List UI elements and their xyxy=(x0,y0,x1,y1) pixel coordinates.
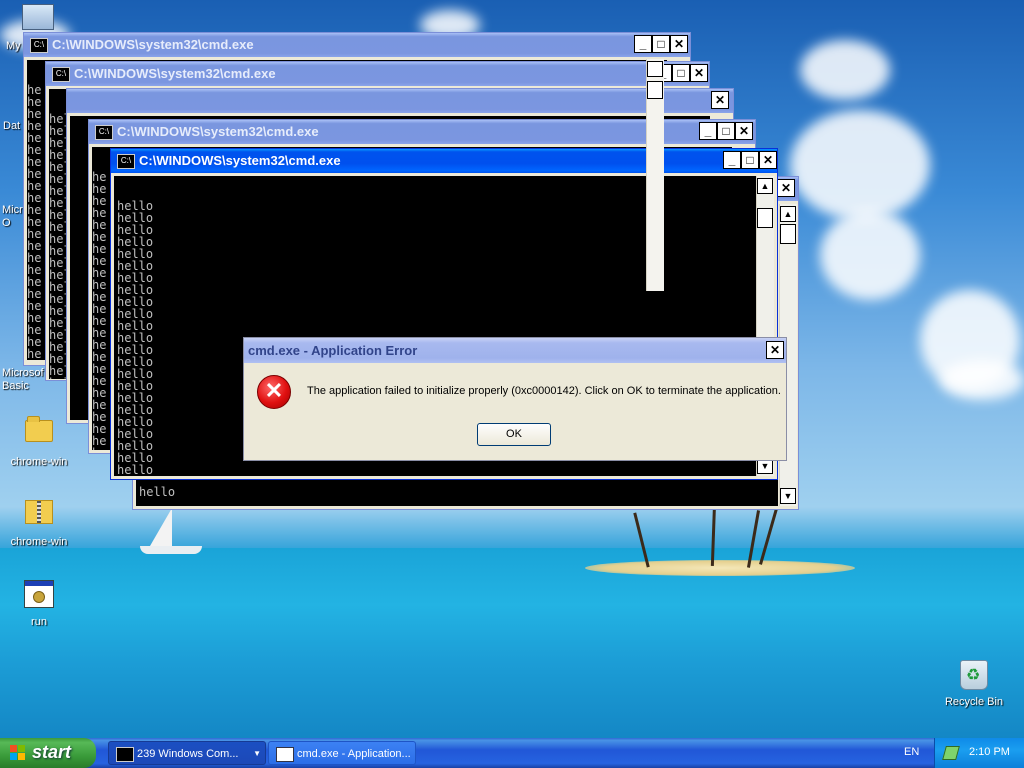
error-message: The application failed to initialize pro… xyxy=(307,385,781,397)
desktop-icon-label: Micro O xyxy=(2,204,29,229)
scroll-down-button[interactable]: ▼ xyxy=(780,488,796,504)
close-button[interactable]: ✕ xyxy=(777,179,795,197)
console-line: hello xyxy=(117,295,154,309)
window-titlebar[interactable]: C:\ C:\WINDOWS\system32\cmd.exe _ □ ✕ xyxy=(46,62,709,86)
desktop-icon-label: chrome-win xyxy=(10,536,68,548)
taskbar-task-label: cmd.exe - Application... xyxy=(297,748,411,760)
minimize-button[interactable]: _ xyxy=(723,151,741,169)
cmd-icon: C:\ xyxy=(52,67,70,82)
desktop-icon-label: Microsof Basic xyxy=(2,367,44,392)
window-title: C:\WINDOWS\system32\cmd.exe xyxy=(74,66,276,81)
desktop-icon-microsoft-basic[interactable]: Microsof Basic xyxy=(0,367,48,393)
error-icon: ✕ xyxy=(257,375,291,409)
taskbar: start 239 Windows Com... ▼ cmd.exe - App… xyxy=(0,738,1024,768)
system-tray: 2:10 PM xyxy=(934,738,1024,768)
scroll-thumb[interactable] xyxy=(647,81,663,99)
my-computer-icon xyxy=(22,4,54,30)
cmd-icon: C:\ xyxy=(95,125,113,140)
run-icon xyxy=(24,580,54,608)
window-title: C:\WINDOWS\system32\cmd.exe xyxy=(117,124,319,139)
scroll-thumb[interactable] xyxy=(780,224,796,244)
cmd-icon xyxy=(116,747,134,762)
close-button[interactable]: ✕ xyxy=(735,122,753,140)
desktop-icon-chrome-win-zip[interactable]: chrome-win xyxy=(1,494,77,548)
console-line: hello xyxy=(117,307,154,321)
scroll-up-button[interactable] xyxy=(647,61,663,77)
recycle-bin-icon xyxy=(960,660,988,690)
console-line: hello xyxy=(117,463,154,476)
close-button[interactable]: ✕ xyxy=(670,35,688,53)
ok-button[interactable]: OK xyxy=(477,423,551,446)
language-indicator[interactable]: EN xyxy=(904,746,919,758)
windows-logo-icon xyxy=(10,745,26,761)
window-title: C:\WINDOWS\system32\cmd.exe xyxy=(139,153,341,168)
taskbar-task-label: 239 Windows Com... xyxy=(137,748,239,760)
start-button[interactable]: start xyxy=(0,738,96,768)
desktop-icon-run[interactable]: run xyxy=(1,576,77,628)
cmd-icon: C:\ xyxy=(117,154,135,169)
window-titlebar[interactable]: ✕ xyxy=(67,89,733,113)
taskbar-task-error-dialog[interactable]: cmd.exe - Application... xyxy=(268,741,416,765)
clock[interactable]: 2:10 PM xyxy=(969,746,1010,758)
start-label: start xyxy=(32,742,72,762)
maximize-button[interactable]: □ xyxy=(652,35,670,53)
folder-icon xyxy=(25,416,53,442)
taskbar-group-cmd[interactable]: 239 Windows Com... ▼ xyxy=(108,741,266,765)
desktop-icon-label: Recycle Bin xyxy=(944,696,1004,708)
close-button[interactable]: ✕ xyxy=(690,64,708,82)
network-icon[interactable] xyxy=(942,746,960,760)
window-title: C:\WINDOWS\system32\cmd.exe xyxy=(52,37,254,52)
minimize-button[interactable]: _ xyxy=(699,122,717,140)
desktop-icon-label: chrome-win xyxy=(10,456,68,468)
close-button[interactable]: ✕ xyxy=(759,151,777,169)
window-titlebar[interactable]: C:\ C:\WINDOWS\system32\cmd.exe _ □ ✕ xyxy=(24,33,690,57)
console-line: hello xyxy=(117,319,154,333)
error-dialog[interactable]: cmd.exe - Application Error ✕ ✕ The appl… xyxy=(243,337,787,461)
scroll-up-button[interactable]: ▲ xyxy=(757,178,773,194)
cmd-icon: C:\ xyxy=(30,38,48,53)
close-button[interactable]: ✕ xyxy=(711,91,729,109)
desktop-icon-label: run xyxy=(31,616,47,628)
maximize-button[interactable]: □ xyxy=(672,64,690,82)
maximize-button[interactable]: □ xyxy=(741,151,759,169)
maximize-button[interactable]: □ xyxy=(717,122,735,140)
zip-folder-icon xyxy=(25,500,53,524)
console-line: hello xyxy=(139,485,176,499)
scroll-up-button[interactable]: ▲ xyxy=(780,206,796,222)
window-icon xyxy=(276,747,294,762)
chevron-down-icon: ▼ xyxy=(253,749,261,758)
window-titlebar[interactable]: C:\ C:\WINDOWS\system32\cmd.exe _ □ ✕ xyxy=(111,149,777,173)
desktop-icon-recycle-bin[interactable]: Recycle Bin xyxy=(936,658,1012,708)
dialog-title: cmd.exe - Application Error xyxy=(248,343,418,358)
vertical-scrollbar[interactable] xyxy=(646,59,664,291)
close-button[interactable]: ✕ xyxy=(766,341,784,359)
scroll-thumb[interactable] xyxy=(757,208,773,228)
minimize-button[interactable]: _ xyxy=(634,35,652,53)
dialog-titlebar[interactable]: cmd.exe - Application Error ✕ xyxy=(244,338,786,363)
